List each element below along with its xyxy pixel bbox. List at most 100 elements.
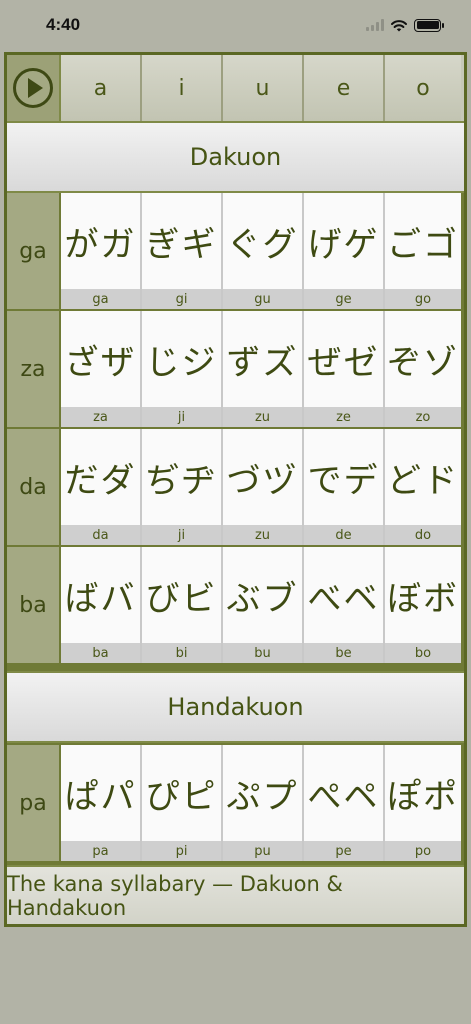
kana-cell[interactable]: だダ da bbox=[61, 429, 142, 545]
play-button[interactable] bbox=[13, 68, 53, 108]
romaji-label: po bbox=[385, 841, 461, 861]
kana-glyph: だダ bbox=[64, 460, 137, 501]
play-cell bbox=[7, 55, 61, 121]
kana-row-pa: pa ぱパ pa ぴピ pi ぷプ pu ぺペ pe ぽポ po bbox=[7, 745, 464, 863]
battery-icon bbox=[414, 18, 444, 32]
kana-cell[interactable]: じジ ji bbox=[142, 311, 223, 427]
kana-cell[interactable]: びビ bi bbox=[142, 547, 223, 663]
romaji-label: ji bbox=[142, 525, 221, 545]
row-label[interactable]: pa bbox=[7, 745, 61, 861]
status-icons bbox=[366, 18, 444, 32]
kana-cell[interactable]: どド do bbox=[385, 429, 461, 545]
romaji-label: da bbox=[61, 525, 140, 545]
kana-glyph: づヅ bbox=[226, 460, 299, 501]
kana-glyph: びビ bbox=[145, 578, 218, 619]
kana-cell[interactable]: ぴピ pi bbox=[142, 745, 223, 861]
kana-glyph: ずズ bbox=[226, 342, 299, 383]
kana-cell[interactable]: ぞゾ zo bbox=[385, 311, 461, 427]
kana-row-za: za ざザ za じジ ji ずズ zu ぜゼ ze ぞゾ zo bbox=[7, 311, 464, 429]
kana-glyph: ぼボ bbox=[387, 578, 459, 619]
romaji-label: pe bbox=[304, 841, 383, 861]
kana-glyph: じジ bbox=[145, 342, 218, 383]
vowel-header-a[interactable]: a bbox=[61, 55, 142, 121]
kana-cell[interactable]: ぽポ po bbox=[385, 745, 461, 861]
row-label[interactable]: za bbox=[7, 311, 61, 427]
kana-glyph: ばバ bbox=[64, 578, 137, 619]
kana-cell[interactable]: づヅ zu bbox=[223, 429, 304, 545]
romaji-label: pi bbox=[142, 841, 221, 861]
kana-glyph: がガ bbox=[64, 224, 137, 265]
romaji-label: ga bbox=[61, 289, 140, 309]
kana-glyph: ぎギ bbox=[145, 224, 218, 265]
kana-row-ga: ga がガ ga ぎギ gi ぐグ gu げゲ ge ごゴ go bbox=[7, 193, 464, 311]
romaji-label: gi bbox=[142, 289, 221, 309]
kana-glyph: げゲ bbox=[307, 224, 380, 265]
kana-cell[interactable]: がガ ga bbox=[61, 193, 142, 309]
kana-cell[interactable]: ぐグ gu bbox=[223, 193, 304, 309]
romaji-label: ji bbox=[142, 407, 221, 427]
footer-caption: The kana syllabary — Dakuon & Handakuon bbox=[7, 865, 464, 924]
kana-glyph: べベ bbox=[307, 578, 380, 619]
kana-glyph: ごゴ bbox=[387, 224, 459, 265]
kana-glyph: ぜゼ bbox=[307, 342, 380, 383]
kana-cell[interactable]: ばバ ba bbox=[61, 547, 142, 663]
kana-glyph: どド bbox=[387, 460, 459, 501]
romaji-label: pu bbox=[223, 841, 302, 861]
romaji-label: za bbox=[61, 407, 140, 427]
kana-cell[interactable]: ぷプ pu bbox=[223, 745, 304, 861]
row-label[interactable]: ga bbox=[7, 193, 61, 309]
status-time: 4:40 bbox=[46, 15, 81, 34]
kana-glyph: ぽポ bbox=[387, 776, 459, 817]
kana-glyph: ぴピ bbox=[145, 776, 218, 817]
romaji-label: zu bbox=[223, 525, 302, 545]
kana-cell[interactable]: げゲ ge bbox=[304, 193, 385, 309]
kana-glyph: ぱパ bbox=[64, 776, 137, 817]
signal-icon bbox=[366, 19, 384, 31]
row-label[interactable]: ba bbox=[7, 547, 61, 663]
kana-cell[interactable]: ぱパ pa bbox=[61, 745, 142, 861]
romaji-label: de bbox=[304, 525, 383, 545]
romaji-label: bo bbox=[385, 643, 461, 663]
kana-row-ba: ba ばバ ba びビ bi ぶブ bu べベ be ぼボ bo bbox=[7, 547, 464, 665]
romaji-label: pa bbox=[61, 841, 140, 861]
romaji-label: be bbox=[304, 643, 383, 663]
vowel-header-i[interactable]: i bbox=[142, 55, 223, 121]
kana-glyph: ぺペ bbox=[307, 776, 380, 817]
vowel-header-row: a i u e o bbox=[7, 55, 464, 121]
romaji-label: bi bbox=[142, 643, 221, 663]
kana-cell[interactable]: ぼボ bo bbox=[385, 547, 461, 663]
romaji-label: zo bbox=[385, 407, 461, 427]
romaji-label: do bbox=[385, 525, 461, 545]
kana-row-da: da だダ da ぢヂ ji づヅ zu でデ de どド do bbox=[7, 429, 464, 547]
kana-glyph: ざザ bbox=[64, 342, 137, 383]
romaji-label: ze bbox=[304, 407, 383, 427]
kana-glyph: ぶブ bbox=[226, 578, 299, 619]
romaji-label: ba bbox=[61, 643, 140, 663]
kana-glyph: でデ bbox=[307, 460, 380, 501]
play-icon bbox=[27, 78, 43, 98]
kana-cell[interactable]: ぶブ bu bbox=[223, 547, 304, 663]
row-label[interactable]: da bbox=[7, 429, 61, 545]
kana-glyph: ぐグ bbox=[226, 224, 299, 265]
kana-cell[interactable]: べベ be bbox=[304, 547, 385, 663]
kana-cell[interactable]: ずズ zu bbox=[223, 311, 304, 427]
romaji-label: ge bbox=[304, 289, 383, 309]
kana-cell[interactable]: ざザ za bbox=[61, 311, 142, 427]
romaji-label: go bbox=[385, 289, 461, 309]
kana-cell[interactable]: ぺペ pe bbox=[304, 745, 385, 861]
kana-cell[interactable]: ぜゼ ze bbox=[304, 311, 385, 427]
kana-cell[interactable]: ごゴ go bbox=[385, 193, 461, 309]
kana-cell[interactable]: ぢヂ ji bbox=[142, 429, 223, 545]
vowel-header-u[interactable]: u bbox=[223, 55, 304, 121]
vowel-header-o[interactable]: o bbox=[385, 55, 461, 121]
kana-cell[interactable]: ぎギ gi bbox=[142, 193, 223, 309]
kana-glyph: ぷプ bbox=[226, 776, 299, 817]
romaji-label: gu bbox=[223, 289, 302, 309]
vowel-header-e[interactable]: e bbox=[304, 55, 385, 121]
romaji-label: bu bbox=[223, 643, 302, 663]
kana-glyph: ぢヂ bbox=[145, 460, 218, 501]
section-title-handakuon: Handakuon bbox=[7, 671, 464, 743]
section-title-dakuon: Dakuon bbox=[7, 121, 464, 193]
kana-cell[interactable]: でデ de bbox=[304, 429, 385, 545]
wifi-icon bbox=[391, 19, 407, 31]
